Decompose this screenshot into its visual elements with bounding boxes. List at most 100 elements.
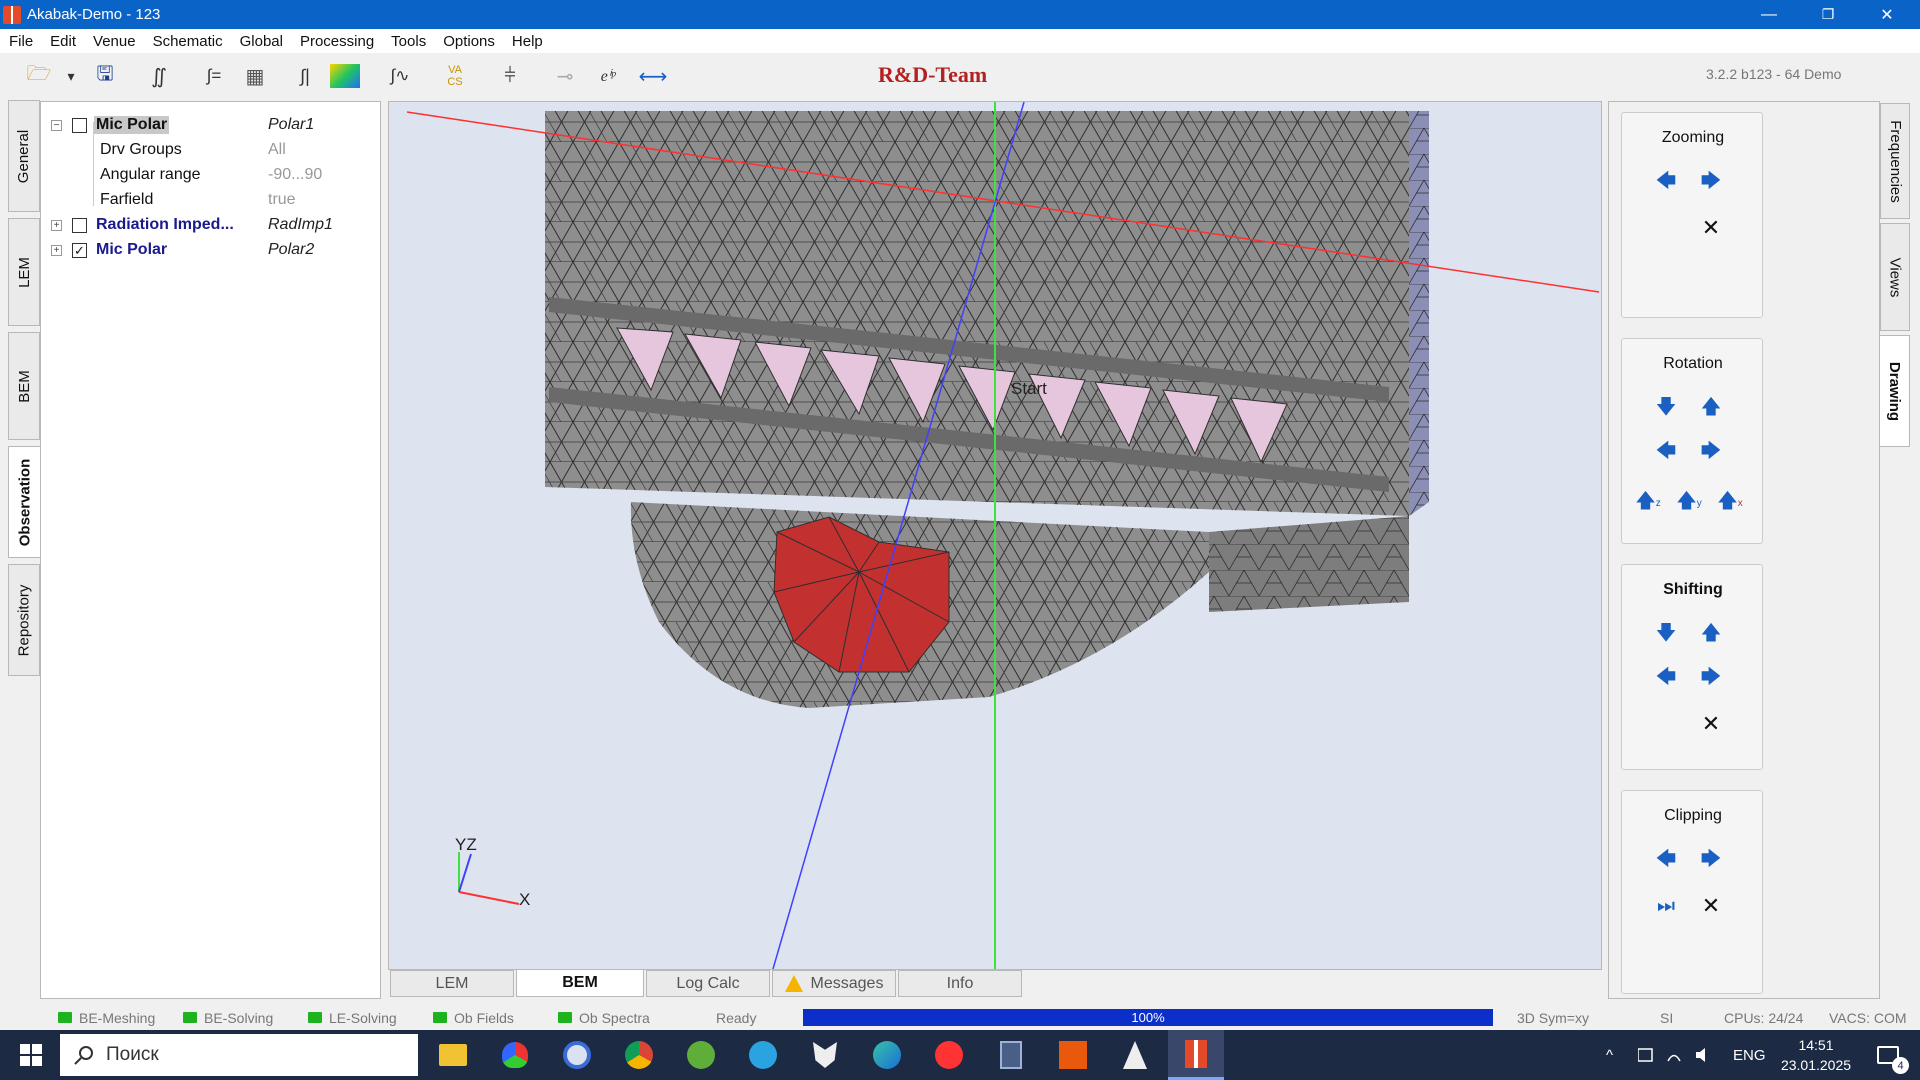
tree-item-farfield[interactable]: Farfield true [41,188,381,212]
zooming-title: Zooming [1661,129,1725,146]
frequency-plot-icon[interactable]: ∫∿ [384,61,416,91]
complex-exp-icon[interactable]: eⁱᵖ [593,61,623,91]
tray-clock[interactable]: 14:51 23.01.2025 [1776,1030,1856,1080]
rotate-right-icon[interactable]: 🡆 [1699,440,1723,465]
3d-viewport[interactable]: Start YZ X [388,101,1602,970]
chrome-icon[interactable] [616,1030,662,1080]
shift-left-icon[interactable]: 🡄 [1654,666,1678,691]
integral-bars-icon[interactable]: ∫| [290,61,320,91]
tree-item-radiation-impedance[interactable]: + Radiation Imped... RadImp1 [41,213,381,237]
zoom-reset-icon[interactable]: ✕ [1699,215,1723,240]
media-player-icon[interactable] [554,1030,600,1080]
checkbox-radiation-impedance[interactable] [72,217,87,233]
far-manager-icon[interactable] [1050,1030,1096,1080]
menu-help[interactable]: Help [512,33,543,50]
va-cs-icon[interactable]: VA CS [440,61,470,91]
tray-chevron[interactable]: ^ [1606,1030,1613,1080]
checkbox-mic-polar-1[interactable] [72,117,87,133]
utorrent-icon[interactable] [678,1030,724,1080]
rotate-up-icon[interactable]: 🡅 [1699,396,1723,421]
clip-reset-icon[interactable]: ✕ [1699,893,1723,918]
tree-item-mic-polar-1[interactable]: − Mic Polar Polar1 [41,113,381,137]
calculator-icon[interactable] [988,1030,1034,1080]
probe-icon[interactable]: ⫩ [495,61,525,91]
tab-general[interactable]: General [8,100,40,212]
close-button[interactable]: ✕ [1858,0,1916,29]
tray-time: 14:51 [1798,1037,1834,1053]
point-icon[interactable]: ⊸ [550,61,580,91]
clipping-title: Clipping [1664,807,1722,824]
tab-info[interactable]: Info [898,970,1022,997]
tree-label: Mic Polar [94,116,170,134]
tab-observation[interactable]: Observation [8,446,40,558]
tray-language[interactable]: ENG [1733,1030,1766,1080]
minimize-button[interactable]: — [1740,0,1798,29]
rotate-z-icon[interactable]: 🡅 z [1635,490,1661,515]
tab-drawing[interactable]: Drawing [1880,335,1910,447]
wolf-app-icon[interactable] [802,1030,848,1080]
shift-down-icon[interactable]: 🡇 [1654,622,1678,647]
menu-venue[interactable]: Venue [93,33,136,50]
status-le-solving: LE-Solving [308,1005,397,1030]
file-explorer-icon[interactable] [430,1030,476,1080]
checkbox-mic-polar-2[interactable]: ✓ [72,242,87,258]
sail-app-icon[interactable] [1112,1030,1158,1080]
tab-bem[interactable]: BEM [8,332,40,440]
open-dropdown-icon[interactable]: ▾ [62,61,80,91]
integral-equals-icon[interactable]: ∫= [198,61,230,91]
tab-log-calc[interactable]: Log Calc [646,970,770,997]
tab-lem-output[interactable]: LEM [390,970,514,997]
clip-skip-icon[interactable]: ⏭ [1654,894,1678,918]
menu-file[interactable]: File [9,33,33,50]
menu-processing[interactable]: Processing [300,33,374,50]
tree-item-mic-polar-2[interactable]: + ✓ Mic Polar Polar2 [41,238,381,262]
shift-reset-icon[interactable]: ✕ [1699,711,1723,736]
tab-frequencies[interactable]: Frequencies [1880,103,1910,219]
menu-tools[interactable]: Tools [391,33,426,50]
double-arrow-icon[interactable]: ⟷ [638,61,668,91]
zoom-out-left-icon[interactable]: 🡄 [1654,170,1678,195]
tab-bem-output[interactable]: BEM [516,970,644,997]
windows-start-icon[interactable] [8,1030,54,1080]
rotate-down-icon[interactable]: 🡇 [1654,396,1678,421]
status-symmetry: 3D Sym=xy [1517,1009,1589,1026]
shift-up-icon[interactable]: 🡅 [1699,622,1723,647]
tab-repository[interactable]: Repository [8,564,40,676]
expand-icon[interactable]: + [51,244,62,256]
akabak-taskbar-icon[interactable] [1168,1030,1224,1080]
expand-icon[interactable]: + [51,219,62,231]
rotate-x-icon[interactable]: 🡅 x [1717,490,1743,515]
tab-views[interactable]: Views [1880,223,1910,331]
mesh-icon[interactable]: ▦ [240,61,270,91]
menu-edit[interactable]: Edit [50,33,76,50]
rotate-y-icon[interactable]: 🡅 y [1676,490,1702,515]
clip-right-icon[interactable]: 🡆 [1699,848,1723,873]
collapse-icon[interactable]: − [51,119,62,131]
notification-center-icon[interactable]: 4 [1868,1030,1909,1080]
telegram-icon[interactable] [740,1030,786,1080]
tree-item-angular-range[interactable]: Angular range -90...90 [41,163,381,187]
save-icon[interactable]: 🖫 [90,61,120,91]
menu-global[interactable]: Global [240,33,283,50]
clip-left-icon[interactable]: 🡄 [1654,848,1678,873]
rotate-left-icon[interactable]: 🡄 [1654,440,1678,465]
tab-messages[interactable]: Messages [772,970,896,997]
tree-label: Radiation Imped... [96,216,234,233]
menu-options[interactable]: Options [443,33,495,50]
zoom-in-right-icon[interactable]: 🡆 [1699,170,1723,195]
shift-right-icon[interactable]: 🡆 [1699,666,1723,691]
open-folder-icon[interactable]: 🗁 [24,61,54,91]
restore-button[interactable]: ❐ [1799,0,1857,29]
taskbar-search-input[interactable]: Поиск [60,1034,418,1076]
mesh-drawing[interactable]: Start YZ X [389,102,1601,969]
yandex-browser-icon[interactable] [926,1030,972,1080]
shield-app-icon[interactable] [492,1030,538,1080]
tab-lem[interactable]: LEM [8,218,40,326]
menu-schematic[interactable]: Schematic [153,33,223,50]
shifting-title: Shifting [1663,581,1723,598]
tray-icons [1638,1030,1718,1080]
edge-icon[interactable] [864,1030,910,1080]
tree-item-drv-groups[interactable]: Drv Groups All [41,138,381,162]
integral-icon[interactable]: ∬ [144,61,174,91]
color-map-icon[interactable]: ▩ [330,64,360,88]
